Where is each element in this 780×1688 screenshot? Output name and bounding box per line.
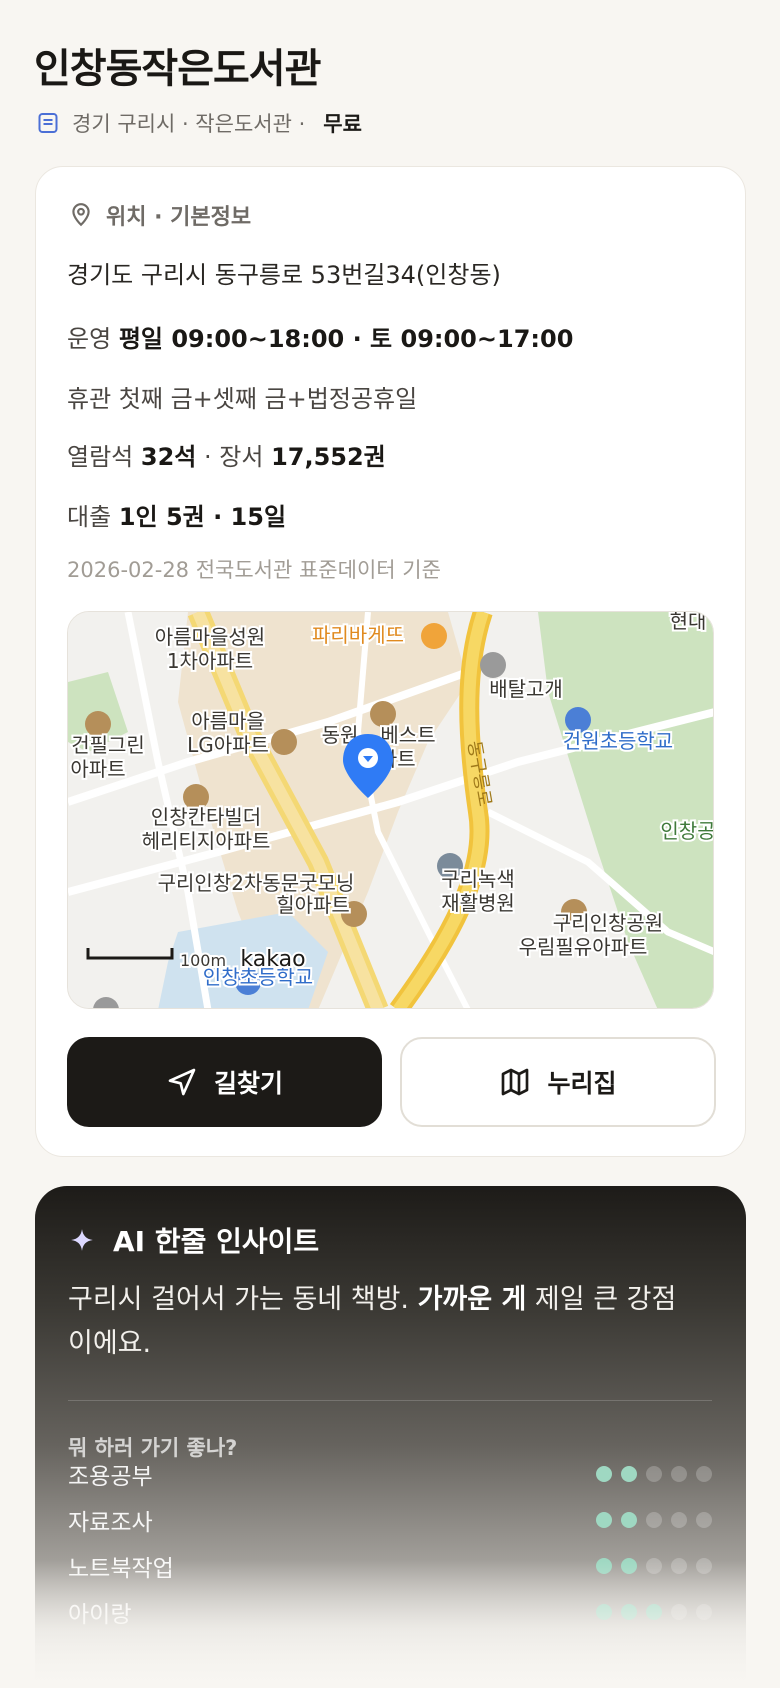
map-label-c1: 현대 [670, 612, 707, 633]
map-label-k2: 재활병원 [441, 891, 515, 915]
rating-dot [596, 1512, 612, 1528]
address: 경기도 구리시 동구릉로 53번길34(인창동) [67, 261, 501, 289]
location-map[interactable]: 아름마을성원 1차아파트 파리바게뜨 현대 배탈고개 아름마을 LG아파트 건필… [67, 611, 714, 1009]
map-label-m2: 우림필유아파트 [519, 935, 648, 959]
document-icon [38, 113, 58, 133]
map-brand: kakao [240, 947, 305, 972]
seats-books: 열람석 32석 · 장서 17,552권 [67, 437, 386, 472]
map-label-k1: 구리녹색 [441, 867, 515, 891]
ai-insight-header: AI 한줄 인사이트 [69, 1220, 319, 1260]
data-source: 2026-02-28 전국도서관 표준데이터 기준 [67, 558, 441, 582]
opening-hours: 운영 평일 09:00~18:00 · 토 09:00~17:00 [67, 319, 573, 354]
map-label-park: 인창공 [660, 819, 714, 843]
activity-name: 자료조사 [68, 1510, 153, 1536]
map-label-a2: 1차아파트 [167, 649, 253, 673]
rating-dot [646, 1512, 662, 1528]
loan-policy: 대출 1인 5권 · 15일 [67, 497, 286, 532]
closed-days: 휴관 첫째 금+셋째 금+법정공휴일 [67, 385, 418, 413]
region-type: 경기 구리시 · 작은도서관 · [72, 112, 306, 136]
directions-button-label: 길찾기 [213, 1069, 283, 1098]
directions-button[interactable]: 길찾기 [67, 1037, 382, 1127]
divider [68, 1400, 712, 1401]
map-label-l1: 구리인창2차동문굿모닝 [158, 871, 355, 895]
activity-name: 조용공부 [68, 1464, 153, 1490]
ai-insight-text: 구리시 걸어서 가는 동네 책방. 가까운 게 제일 큰 강점이에요. [68, 1278, 688, 1366]
rating-dot [621, 1512, 637, 1528]
fee-badge: 무료 [323, 112, 362, 136]
rating-dot [671, 1512, 687, 1528]
activity-row: 자료조사 [68, 1502, 712, 1538]
ai-text-highlight: 가까운 게 [417, 1284, 527, 1315]
map-label-f2: 아파트 [70, 757, 125, 781]
homepage-button-label: 누리집 [547, 1069, 617, 1098]
navigation-arrow-icon [168, 1068, 196, 1096]
page-title: 인창동작은도서관 [34, 46, 321, 92]
sparkle-icon [71, 1229, 93, 1251]
map-canvas[interactable]: 아름마을성원 1차아파트 파리바게뜨 현대 배탈고개 아름마을 LG아파트 건필… [68, 612, 714, 1009]
map-scale-label: 100m [180, 951, 226, 970]
seats-label: 열람석 [67, 443, 134, 471]
books-value: 17,552권 [271, 443, 386, 471]
rating-dot [621, 1466, 637, 1482]
activity-rating [596, 1512, 712, 1528]
map-label-e2: LG아파트 [187, 733, 269, 757]
rating-dot [671, 1466, 687, 1482]
seats-value: 32석 [140, 443, 197, 471]
map-label-f1: 건필그린 [71, 733, 145, 757]
books-label: · 장서 [196, 443, 272, 471]
hours-value: 평일 09:00~18:00 · 토 09:00~17:00 [118, 325, 574, 353]
bottom-fade [0, 1560, 780, 1688]
map-label-i2: 헤리티지아파트 [142, 829, 271, 853]
rating-dot [596, 1466, 612, 1482]
activity-rating [596, 1466, 712, 1482]
map-label-l2: 힐아파트 [276, 893, 350, 917]
map-label-a1: 아름마을성원 [155, 625, 265, 649]
map-label-m1: 구리인창공원 [553, 911, 663, 935]
rating-dot [696, 1512, 712, 1528]
loan-value: 1인 5권 · 15일 [118, 503, 287, 531]
map-label-e1: 아름마을 [191, 709, 265, 733]
map-icon [502, 1068, 529, 1096]
map-label-g2: 베스트 [380, 723, 435, 747]
ai-insight-title: AI 한줄 인사이트 [113, 1225, 320, 1258]
rating-dot [696, 1466, 712, 1482]
homepage-button[interactable]: 누리집 [400, 1037, 716, 1127]
info-card: 위치 · 기본정보 경기도 구리시 동구릉로 53번길34(인창동) 운영 평일… [35, 166, 746, 1157]
ai-text-pre: 구리시 걸어서 가는 동네 책방. [68, 1284, 418, 1315]
library-detail-page: 인창동작은도서관 경기 구리시 · 작은도서관 · 무료 위치 · 기본정보 경… [0, 0, 780, 1688]
loan-label: 대출 [67, 503, 112, 531]
activity-row: 조용공부 [68, 1456, 712, 1492]
info-section-title: 위치 · 기본정보 [106, 205, 252, 230]
rating-dot [646, 1466, 662, 1482]
hours-label: 운영 [67, 325, 112, 353]
map-label-school: 건원초등학교 [563, 729, 673, 753]
map-label-i1: 인창칸타빌더 [151, 805, 261, 829]
location-pin-icon [72, 203, 90, 227]
info-section-header: 위치 · 기본정보 [68, 199, 251, 231]
library-meta: 경기 구리시 · 작은도서관 · 무료 [36, 106, 362, 140]
map-label-d: 배탈고개 [489, 677, 563, 701]
map-label-bakery: 파리바게뜨 [312, 623, 404, 647]
